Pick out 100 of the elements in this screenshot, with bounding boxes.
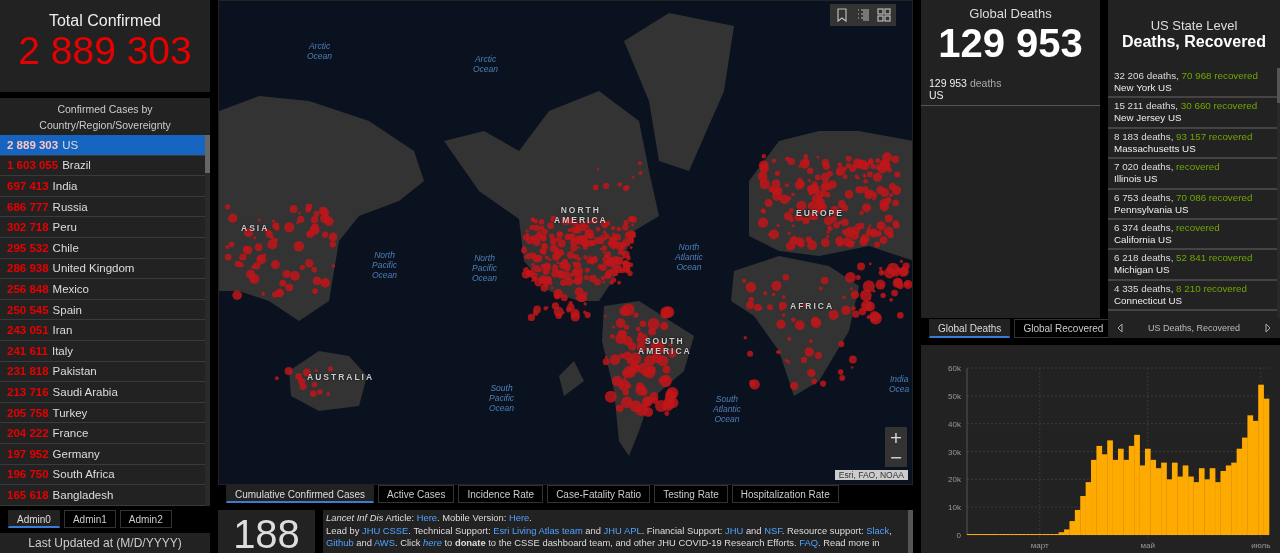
country-name: Iran — [52, 324, 73, 337]
continent-label: NORTH AMERICA — [554, 205, 608, 225]
recovered-label: recovered — [1213, 100, 1258, 112]
recovered-label: recovered — [1214, 70, 1258, 81]
death-count: 15 211 deaths, — [1114, 100, 1179, 112]
case-count: 256 848 — [7, 282, 49, 295]
case-count: 241 611 — [7, 344, 48, 357]
death-count: 32 206 deaths, — [1114, 70, 1179, 81]
case-count: 250 545 — [7, 303, 49, 316]
recovered-label: recovered — [1176, 161, 1220, 173]
country-name: Saudi Arabia — [52, 385, 118, 398]
axis-tick-label: 40k — [948, 419, 961, 429]
last-updated-label: Last Updated at (M/D/YYYY) — [28, 536, 182, 550]
death-count: 7 020 deaths, — [1114, 161, 1174, 173]
recovered-label: recovered — [1208, 130, 1253, 142]
recovered-label: recovered — [1208, 191, 1253, 203]
axis-tick-label: 50k — [948, 391, 961, 401]
place-name: California US — [1114, 233, 1173, 246]
count-value: 188 — [218, 510, 315, 553]
case-count: 196 750 — [7, 468, 49, 481]
axis-tick-label: 10k — [948, 503, 961, 513]
country-name: Mexico — [52, 282, 89, 295]
axis-tick-label: 30k — [948, 447, 961, 457]
case-count: 204 222 — [7, 427, 49, 440]
recovered-count: 8 210 — [1176, 282, 1201, 294]
case-count: 231 818 — [7, 365, 49, 378]
axis-tick-label: май — [1140, 541, 1155, 550]
place-name: New Jersey US — [1114, 112, 1183, 125]
country-name: Pakistan — [52, 365, 97, 378]
recovered-count: 93 157 — [1176, 130, 1207, 142]
case-count: 295 532 — [7, 241, 49, 254]
continent-label: AUSTRALIA — [307, 372, 375, 382]
case-count: 205 758 — [7, 406, 49, 419]
case-count: 2 889 303 — [7, 138, 59, 151]
deaths-label: deaths — [969, 77, 1002, 89]
country-name: South Africa — [52, 468, 115, 481]
panel-title: Deaths, Recovered — [1120, 33, 1268, 51]
place-name: Illinois US — [1114, 173, 1159, 186]
recovered-label: recovered — [1203, 282, 1247, 294]
place-name: Connecticut US — [1114, 294, 1184, 307]
country-name: US — [62, 138, 79, 151]
ocean-label: India Ocea — [889, 374, 910, 394]
ocean-label: North Atlantic Ocean — [675, 242, 703, 272]
nav-label: US Deaths, Recovered — [1147, 323, 1240, 333]
map-attribution: Esri, FAO, NOAA — [834, 470, 908, 480]
country-name: Brazil — [62, 159, 91, 172]
case-count: 286 938 — [7, 262, 49, 275]
place-name: Pennsylvania US — [1114, 203, 1190, 216]
continent-label: ASIA — [241, 223, 270, 233]
country-name: Peru — [52, 221, 77, 234]
recovered-label: recovered — [1176, 221, 1220, 233]
credits-text: Lancet Inf Dis Article: Here. Mobile Version: Here. — [326, 512, 533, 525]
case-count: 197 952 — [7, 447, 49, 460]
ocean-label: Arctic Ocean — [473, 54, 499, 74]
panel-subtitle: US State Level — [1149, 18, 1239, 33]
global-deaths-value: 129 953 — [937, 21, 1084, 65]
recovered-count: 30 660 — [1180, 100, 1211, 112]
axis-tick-label: июль — [1251, 541, 1271, 550]
place-name: Massachusetts US — [1114, 142, 1197, 155]
case-count: 697 413 — [7, 180, 49, 192]
ocean-label: North Pacific Ocean — [472, 253, 498, 283]
list-title: Confirmed Cases by Country/Region/Sovereignty — [38, 101, 172, 133]
case-count: 243 051 — [7, 324, 49, 337]
country-name: Turkey — [52, 406, 88, 419]
axis-tick-label: 0 — [956, 531, 961, 540]
death-count: 6 218 deaths, — [1114, 252, 1174, 264]
place-name: New York US — [1114, 82, 1173, 94]
case-count: 686 777 — [7, 200, 49, 213]
case-count: 213 716 — [7, 385, 49, 398]
case-count: 1 603 055 — [7, 159, 59, 172]
axis-tick-label: март — [1030, 541, 1049, 550]
recovered-label: recovered — [1208, 252, 1253, 264]
ocean-label: South Pacific Ocean — [489, 383, 515, 413]
country-name: Italy — [51, 344, 74, 357]
axis-tick-label: 20k — [948, 475, 961, 485]
recovered-count: 70 968 — [1181, 70, 1212, 81]
place-name: US — [929, 89, 945, 101]
country-name: Spain — [52, 303, 82, 316]
death-count: 129 953 — [929, 77, 967, 89]
death-count: 6 374 deaths, — [1114, 221, 1174, 233]
country-name: India — [52, 180, 78, 192]
recovered-count: 70 086 — [1176, 191, 1207, 203]
panel-title: Total Confirmed — [48, 12, 161, 30]
country-name: United Kingdom — [52, 262, 135, 275]
panel-title: Global Deaths — [968, 6, 1053, 21]
death-count: 8 183 deaths, — [1114, 130, 1174, 142]
country-name: Germany — [52, 447, 100, 460]
case-count: 165 618 — [7, 488, 49, 501]
ocean-label: South Atlantic Ocean — [713, 394, 741, 424]
total-confirmed-value: 2 889 303 — [18, 30, 192, 72]
continent-label: AFRICA — [790, 301, 835, 311]
country-name: Bangladesh — [52, 488, 114, 501]
death-count: 6 753 deaths, — [1114, 191, 1174, 203]
place-name: Michigan US — [1114, 264, 1171, 277]
ocean-label: North Pacific Ocean — [372, 250, 398, 280]
credits-text: Lead by JHU CSSE. Technical Support: Esri Living Atlas team and JHU APL. Financial Support: JHU and NSF. Resource support: Slack, Github and AWS. Click here to donate to the CSSE dashboard team, and other JHU COVID-19 Research Efforts. FAQ. Read more in — [326, 524, 893, 550]
country-name: France — [52, 427, 89, 440]
country-name: Chile — [52, 241, 79, 254]
country-name: Russia — [52, 200, 88, 213]
death-count: 4 335 deaths, — [1114, 282, 1174, 294]
